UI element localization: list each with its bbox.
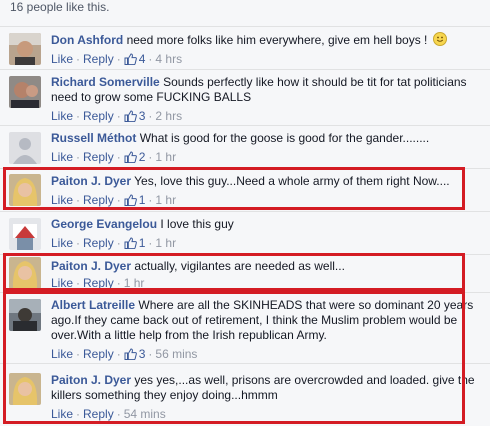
like-link[interactable]: Like [51,109,73,123]
comment-meta: Like · Reply · 4 · 4 hrs [51,52,183,68]
comment-meta: Like · Reply · 2 · 1 hr [51,150,177,166]
comment: Paiton J. Dyer Yes, love this guy...Need… [0,168,490,211]
comment-author[interactable]: Albert Latreille [51,298,135,312]
comment-author[interactable]: Paiton J. Dyer [51,259,131,273]
comment-text: What is good for the goose is good for t… [139,131,430,145]
reply-link[interactable]: Reply [83,407,114,421]
comment-likes[interactable]: 2 [124,150,145,166]
likes-summary[interactable]: 16 people like this. [10,0,109,14]
comment-likes[interactable]: 3 [124,109,145,125]
like-link[interactable]: Like [51,52,73,66]
comment-time[interactable]: 56 mins [155,347,197,361]
like-link[interactable]: Like [51,236,73,250]
like-link[interactable]: Like [51,276,73,290]
reply-link[interactable]: Reply [83,236,114,250]
comment-meta: Like · Reply · 1 · 1 hr [51,193,177,209]
like-link[interactable]: Like [51,150,73,164]
reply-link[interactable]: Reply [83,276,114,290]
avatar[interactable] [9,373,41,405]
comment-likes[interactable]: 1 [124,236,145,252]
comment-meta: Like · Reply · 1 · 1 hr [51,236,177,252]
comment-likes[interactable]: 1 [124,193,145,209]
comment-time[interactable]: 1 hr [124,276,145,290]
like-link[interactable]: Like [51,193,73,207]
comment-time[interactable]: 1 hr [155,193,176,207]
comment: Russell Méthot What is good for the goos… [0,125,490,168]
thumbs-up-icon [124,194,137,209]
comment-text: actually, vigilantes are needed as well.… [134,259,345,273]
avatar[interactable] [9,299,41,331]
comment-time[interactable]: 4 hrs [155,52,182,66]
comment: Paiton J. Dyer actually, vigilantes are … [0,254,490,291]
avatar[interactable] [9,76,41,108]
comment-likes[interactable]: 3 [124,347,145,363]
comment-author[interactable]: Paiton J. Dyer [51,174,131,188]
reply-link[interactable]: Reply [83,150,114,164]
reply-link[interactable]: Reply [83,347,114,361]
thumbs-up-icon [124,151,137,166]
avatar[interactable] [9,33,41,65]
avatar[interactable] [9,174,41,206]
avatar[interactable] [9,257,41,289]
smiley-emoji-icon [432,32,447,46]
comment-meta: Like · Reply · 54 mins [51,407,166,421]
avatar[interactable] [9,132,41,164]
comment-author[interactable]: Richard Somerville [51,75,160,89]
comment-text: need more folks like him everywhere, giv… [126,33,428,47]
avatar[interactable] [9,218,41,250]
comment-time[interactable]: 1 hr [155,150,176,164]
like-link[interactable]: Like [51,407,73,421]
thumbs-up-icon [124,348,137,363]
comment-text: Yes, love this guy...Need a whole army o… [134,174,450,188]
comment: George Evangelou I love this guy Like · Re… [0,211,490,254]
thumbs-up-icon [124,110,137,125]
comment-meta: Like · Reply · 1 hr [51,276,145,290]
thumbs-up-icon [124,237,137,252]
reply-link[interactable]: Reply [83,52,114,66]
comment: Don Ashford need more folks like him eve… [0,26,490,69]
comment: Richard Somerville Sounds perfectly like… [0,69,490,125]
comment: Albert Latreille Where are all the SKINH… [0,292,490,363]
comment-author[interactable]: Don Ashford [51,33,123,47]
thumbs-up-icon [124,53,137,68]
comment-meta: Like · Reply · 3 · 2 hrs [51,109,183,125]
comment-author[interactable]: George Evangelou [51,217,157,231]
comment-time[interactable]: 54 mins [124,407,166,421]
comment-time[interactable]: 2 hrs [155,109,182,123]
comment-author[interactable]: Paiton J. Dyer [51,373,131,387]
comment-text: I love this guy [160,217,234,231]
comment-author[interactable]: Russell Méthot [51,131,136,145]
reply-link[interactable]: Reply [83,109,114,123]
comment-meta: Like · Reply · 3 · 56 mins [51,347,198,363]
comment-likes[interactable]: 4 [124,52,145,68]
comment: Paiton J. Dyer yes yes,...as well, priso… [0,363,490,426]
like-link[interactable]: Like [51,347,73,361]
reply-link[interactable]: Reply [83,193,114,207]
comment-time[interactable]: 1 hr [155,236,176,250]
